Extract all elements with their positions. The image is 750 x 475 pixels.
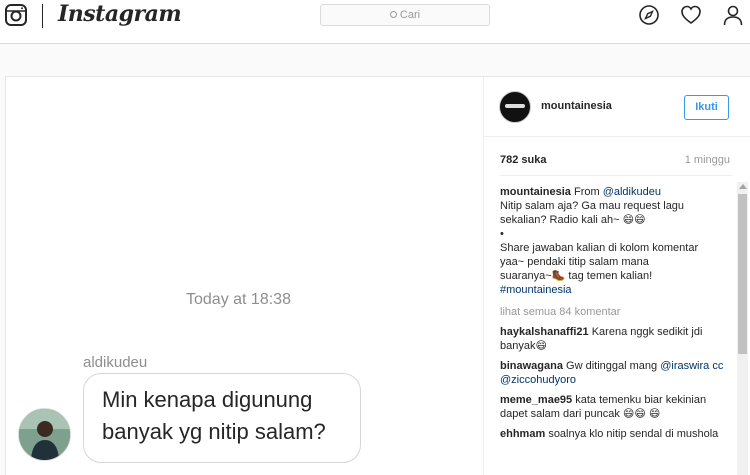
comment-item: ehhmam soalnya klo nitip sendal di musho… bbox=[500, 427, 732, 441]
caption-line: suaranya~🥾 tag temen kalian! bbox=[500, 270, 653, 282]
user-icon[interactable] bbox=[722, 4, 744, 26]
caption-mention[interactable]: @aldikudeu bbox=[603, 186, 661, 198]
scrollbar-thumb[interactable] bbox=[738, 194, 747, 354]
comments-scrollbar[interactable] bbox=[737, 182, 748, 475]
caption-username[interactable]: mountainesia bbox=[500, 186, 571, 198]
account-avatar[interactable] bbox=[499, 91, 531, 123]
divider bbox=[500, 175, 732, 176]
search-input[interactable]: Cari bbox=[320, 4, 490, 26]
post-caption: mountainesia From @aldikudeu Nitip salam… bbox=[500, 185, 732, 297]
scroll-up-arrow-icon[interactable] bbox=[739, 184, 747, 189]
follow-button[interactable]: Ikuti bbox=[684, 95, 729, 120]
comment-username[interactable]: ehhmam bbox=[500, 428, 545, 440]
chat-message-line: Min kenapa digunung bbox=[102, 387, 313, 412]
search-placeholder: Cari bbox=[399, 9, 421, 21]
chat-message-line: banyak yg nitip salam? bbox=[102, 419, 326, 444]
likes-row: 782 suka 1 minggu bbox=[500, 154, 730, 166]
account-name[interactable]: mountainesia bbox=[541, 100, 612, 112]
chat-timestamp: Today at 18:38 bbox=[186, 291, 291, 308]
likes-count[interactable]: 782 suka bbox=[500, 154, 546, 166]
post-photo[interactable]: Today at 18:38 aldikudeu Min kenapa digu… bbox=[6, 77, 483, 475]
person-photo-icon bbox=[19, 409, 70, 460]
chat-sender-name: aldikudeu bbox=[83, 354, 148, 371]
caption-hashtag[interactable]: #mountainesia bbox=[500, 283, 732, 297]
chat-message-bubble: Min kenapa digunung banyak yg nitip sala… bbox=[83, 373, 361, 463]
compass-icon[interactable] bbox=[638, 4, 660, 26]
post-side-panel: mountainesia Ikuti 782 suka 1 minggu mou… bbox=[483, 77, 750, 475]
caption-bullet: • bbox=[500, 228, 504, 240]
caption-line: yaa~ pendaki titip salam mana bbox=[500, 256, 649, 268]
post-card: Today at 18:38 aldikudeu Min kenapa digu… bbox=[5, 76, 750, 475]
chat-sender-avatar bbox=[18, 408, 71, 461]
instagram-glyph-icon[interactable] bbox=[4, 3, 28, 27]
comment-item: binawagana Gw ditinggal mang @iraswira c… bbox=[500, 359, 732, 387]
nav-divider bbox=[42, 4, 43, 28]
post-header: mountainesia Ikuti bbox=[484, 77, 750, 137]
caption-line: sekalian? Radio kali ah~ 😄😄 bbox=[500, 214, 646, 226]
caption-from-text: From bbox=[573, 186, 600, 198]
top-nav: Instagram Cari bbox=[0, 0, 750, 44]
search-icon bbox=[389, 11, 397, 18]
comment-text: Gw ditinggal mang bbox=[566, 360, 658, 372]
view-all-comments-link[interactable]: lihat semua 84 komentar bbox=[500, 305, 732, 319]
comment-username[interactable]: haykalshanaffi21 bbox=[500, 326, 589, 338]
comment-username[interactable]: binawagana bbox=[500, 360, 563, 372]
comments-list: mountainesia From @aldikudeu Nitip salam… bbox=[500, 185, 732, 447]
caption-line: Share jawaban kalian di kolom komentar bbox=[500, 242, 699, 254]
comment-item: haykalshanaffi21 Karena nggk sedikit jdi… bbox=[500, 325, 732, 353]
caption-line: Nitip salam aja? Ga mau request lagu bbox=[500, 200, 685, 212]
heart-icon[interactable] bbox=[680, 4, 702, 26]
post-age[interactable]: 1 minggu bbox=[685, 154, 730, 166]
instagram-wordmark[interactable]: Instagram bbox=[58, 1, 182, 27]
comment-item: meme_mae95 kata temenku biar kekinian da… bbox=[500, 393, 732, 421]
comment-text: soalnya klo nitip sendal di mushola bbox=[548, 428, 719, 440]
comment-username[interactable]: meme_mae95 bbox=[500, 394, 572, 406]
